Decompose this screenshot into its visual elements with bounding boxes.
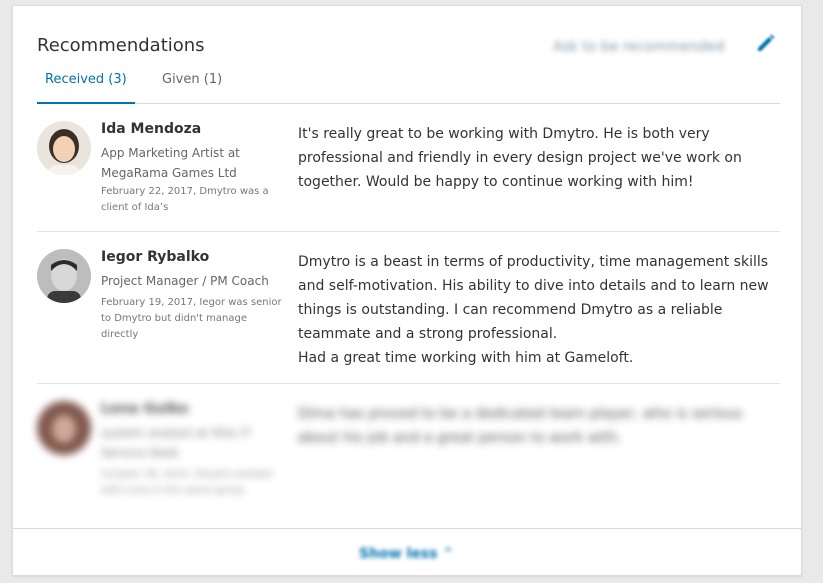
- recommendation-item: Lena Gulko system analyst at ItGo IT Ser…: [37, 401, 780, 511]
- divider: [37, 231, 780, 232]
- section-title: Recommendations: [37, 35, 205, 56]
- recommendations-card: Recommendations Ask to be recommended Re…: [12, 5, 802, 576]
- recommender-name[interactable]: Iegor Rybalko: [101, 249, 209, 265]
- ask-to-be-recommended-link[interactable]: Ask to be recommended: [553, 39, 724, 55]
- recommender-role: system analyst at ItGo IT Service Desk: [101, 426, 252, 460]
- recommendation-item: Iegor Rybalko Project Manager / PM Coach…: [37, 249, 780, 369]
- avatar[interactable]: [37, 401, 91, 455]
- tab-received[interactable]: Received (3): [37, 73, 135, 104]
- recommendation-text: It's really great to be working with Dmy…: [298, 126, 747, 190]
- divider: [37, 383, 780, 384]
- tab-bar: Received (3) Given (1): [37, 73, 780, 104]
- card-footer: Show less ⌃: [13, 528, 801, 577]
- avatar[interactable]: [37, 121, 91, 175]
- show-less-button[interactable]: Show less ⌃: [359, 546, 454, 562]
- recommendation-text: Dima has proved to be a dedicated team p…: [298, 406, 747, 446]
- recommender-name[interactable]: Lena Gulko: [101, 401, 189, 417]
- recommendation-item: Ida Mendoza App Marketing Artist at Mega…: [37, 121, 780, 221]
- avatar[interactable]: [37, 249, 91, 303]
- tab-given[interactable]: Given (1): [162, 73, 222, 102]
- recommendation-text: Dmytro is a beast in terms of productivi…: [298, 254, 769, 366]
- recommendation-meta: February 22, 2017, Dmytro was a client o…: [101, 186, 269, 213]
- recommendation-meta: October 28, 2015, Dmytro worked with Len…: [101, 469, 272, 496]
- recommender-role: Project Manager / PM Coach: [101, 274, 269, 288]
- recommendation-meta: February 19, 2017, Iegor was senior to D…: [101, 297, 282, 340]
- pencil-icon[interactable]: [754, 31, 778, 55]
- recommender-role: App Marketing Artist at MegaRama Games L…: [101, 146, 240, 180]
- recommender-name[interactable]: Ida Mendoza: [101, 121, 201, 137]
